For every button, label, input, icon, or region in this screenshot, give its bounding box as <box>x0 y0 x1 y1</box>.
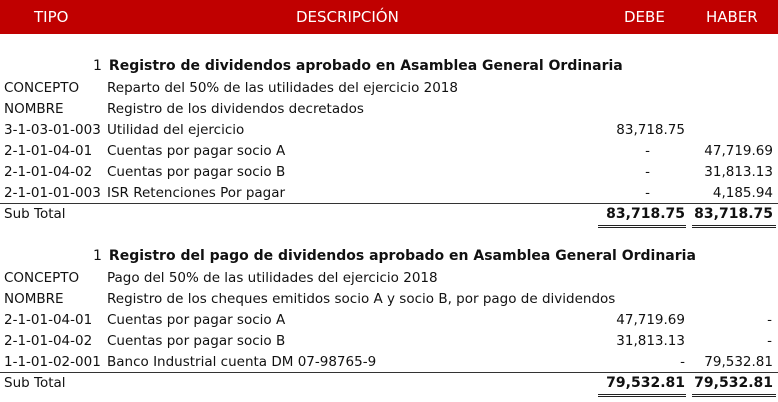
account-description: ISR Retenciones Por pagar <box>107 185 286 201</box>
subtotal-debe: 83,718.75 <box>606 206 685 222</box>
subtotal-debe: 79,532.81 <box>606 375 685 391</box>
nombre-row: NOMBRE Registro de los cheques emitidos … <box>0 289 778 310</box>
col-header-tipo: TIPO <box>34 8 69 26</box>
col-header-haber: HABER <box>706 8 758 26</box>
nombre-label: NOMBRE <box>4 101 64 117</box>
account-description: Cuentas por pagar socio B <box>107 333 286 349</box>
concepto-label: CONCEPTO <box>4 270 80 286</box>
account-description: Cuentas por pagar socio A <box>107 143 286 159</box>
table-header: TIPO DESCRIPCIÓN DEBE HABER <box>0 0 778 34</box>
nombre-value: Registro de los cheques emitidos socio A… <box>107 291 616 307</box>
debe-amount: 31,813.13 <box>616 333 685 349</box>
debe-amount: 47,719.69 <box>616 312 685 328</box>
debe-amount: - <box>645 143 650 159</box>
subtotal-haber: 79,532.81 <box>694 375 773 391</box>
haber-amount: 4,185.94 <box>712 185 773 201</box>
subtotal-haber: 83,718.75 <box>694 206 773 222</box>
table-row: 2-1-01-04-01 Cuentas por pagar socio A 4… <box>0 310 778 331</box>
concepto-value: Pago del 50% de las utilidades del ejerc… <box>107 270 438 286</box>
double-underline <box>598 225 686 228</box>
subtotal-row: Sub Total 83,718.75 83,718.75 <box>0 204 778 225</box>
double-underline <box>598 394 686 397</box>
account-code: 2-1-01-04-02 <box>4 164 93 180</box>
double-underline <box>692 394 776 397</box>
concepto-label: CONCEPTO <box>4 80 80 96</box>
account-code: 1-1-01-02-001 <box>4 354 101 370</box>
concepto-row: CONCEPTO Reparto del 50% de las utilidad… <box>0 78 778 99</box>
col-header-debe: DEBE <box>624 8 665 26</box>
account-description: Cuentas por pagar socio A <box>107 312 286 328</box>
haber-amount: - <box>767 312 772 328</box>
col-header-descripcion: DESCRIPCIÓN <box>296 8 399 26</box>
account-code: 2-1-01-01-003 <box>4 185 101 201</box>
table-row: 1-1-01-02-001 Banco Industrial cuenta DM… <box>0 352 778 373</box>
haber-amount: 47,719.69 <box>704 143 773 159</box>
entry-title-text: Registro del pago de dividendos aprobado… <box>108 248 696 264</box>
haber-amount: 31,813.13 <box>704 164 773 180</box>
debe-amount: - <box>680 354 685 370</box>
table-row: 2-1-01-01-003 ISR Retenciones Por pagar … <box>0 183 778 204</box>
entry-number: 1 <box>93 248 102 264</box>
haber-amount: 79,532.81 <box>704 354 773 370</box>
entry-title: 1 Registro del pago de dividendos aprobad… <box>93 248 696 270</box>
entry-title-text: Registro de dividendos aprobado en Asamb… <box>108 58 623 74</box>
subtotal-label: Sub Total <box>4 375 66 391</box>
nombre-value: Registro de los dividendos decretados <box>107 101 364 117</box>
account-description: Utilidad del ejercicio <box>107 122 245 138</box>
entry-number: 1 <box>93 58 102 74</box>
table-row: 3-1-03-01-003 Utilidad del ejercicio 83,… <box>0 120 778 141</box>
entry-title: 1 Registro de dividendos aprobado en Asam… <box>93 58 623 80</box>
account-code: 2-1-01-04-01 <box>4 143 93 159</box>
table-row: 2-1-01-04-02 Cuentas por pagar socio B 3… <box>0 331 778 352</box>
concepto-row: CONCEPTO Pago del 50% de las utilidades … <box>0 268 778 289</box>
debe-amount: - <box>645 164 650 180</box>
double-underline <box>692 225 776 228</box>
journal-sheet: TIPO DESCRIPCIÓN DEBE HABER 1 Registro de… <box>0 0 778 402</box>
concepto-value: Reparto del 50% de las utilidades del ej… <box>107 80 458 96</box>
subtotal-row: Sub Total 79,532.81 79,532.81 <box>0 373 778 394</box>
account-code: 3-1-03-01-003 <box>4 122 101 138</box>
account-description: Banco Industrial cuenta DM 07-98765-9 <box>107 354 377 370</box>
nombre-row: NOMBRE Registro de los dividendos decret… <box>0 99 778 120</box>
debe-amount: 83,718.75 <box>616 122 685 138</box>
table-row: 2-1-01-04-01 Cuentas por pagar socio A -… <box>0 141 778 162</box>
account-code: 2-1-01-04-01 <box>4 312 93 328</box>
subtotal-label: Sub Total <box>4 206 66 222</box>
account-description: Cuentas por pagar socio B <box>107 164 286 180</box>
debe-amount: - <box>645 185 650 201</box>
nombre-label: NOMBRE <box>4 291 64 307</box>
haber-amount: - <box>767 333 772 349</box>
account-code: 2-1-01-04-02 <box>4 333 93 349</box>
table-row: 2-1-01-04-02 Cuentas por pagar socio B -… <box>0 162 778 183</box>
